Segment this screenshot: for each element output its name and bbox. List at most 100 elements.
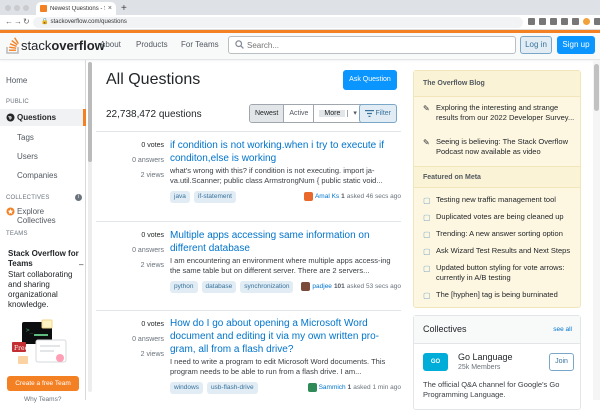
question-title[interactable]: Multiple apps accessing same information… (170, 229, 398, 255)
svg-text:Free: Free (14, 345, 29, 352)
stack-logo-icon (6, 37, 19, 54)
message-icon: ▢ (423, 247, 431, 256)
nav-home[interactable]: Home (6, 76, 27, 85)
reload-icon[interactable]: ↻ (23, 17, 30, 26)
nav-about[interactable]: About (100, 40, 121, 49)
main-content: All Questions Ask Question 22,738,472 qu… (96, 60, 401, 400)
stackoverflow-logo[interactable]: stack overflow (6, 37, 105, 54)
info-icon[interactable]: i (75, 194, 82, 201)
create-team-button[interactable]: Create a free Team (7, 376, 79, 391)
nav-questions[interactable]: Questions (17, 113, 56, 122)
site-header: stackoverflow About Products For Teams L… (0, 30, 600, 60)
page-scrollbar-track[interactable] (593, 60, 600, 400)
answer-count: 0 answers (132, 247, 164, 254)
question-tags: python database synchronization (170, 281, 294, 293)
signup-button[interactable]: Sign up (557, 36, 595, 54)
share-icon[interactable] (528, 18, 535, 25)
browser-tab-bar: Newest Questions - Stack Ov × + (0, 0, 600, 15)
tag-if-statement[interactable]: if-statement (193, 191, 236, 203)
message-icon: ▢ (423, 213, 431, 222)
question-tags: windows usb-flash-drive (170, 382, 258, 394)
user-avatar[interactable] (301, 282, 311, 291)
search-box[interactable] (228, 36, 516, 54)
search-input[interactable] (247, 39, 507, 51)
nav-users[interactable]: Users (17, 152, 38, 161)
user-avatar[interactable] (303, 192, 313, 201)
blog-title: The Overflow Blog (414, 71, 580, 97)
tag-database[interactable]: database (201, 281, 237, 293)
tag-synchronization[interactable]: synchronization (240, 281, 294, 293)
sidebar-icon[interactable] (572, 18, 579, 25)
left-sidebar: Home PUBLIC Questions Tags Users Compani… (0, 60, 86, 403)
collective-name[interactable]: Go Language (458, 352, 513, 362)
question-tags: java if-statement (170, 191, 236, 203)
user-name[interactable]: Sammich (319, 384, 346, 391)
question-excerpt: what's wrong with this? if condition is … (170, 166, 383, 185)
message-icon: ▢ (423, 196, 431, 205)
vote-count: 0 votes (141, 232, 164, 239)
new-tab-button[interactable]: + (121, 3, 127, 14)
extension-icons (528, 18, 600, 25)
sort-newest-button[interactable]: Newest (250, 105, 284, 122)
sort-active-button[interactable]: Active (283, 105, 313, 122)
globe-icon (6, 113, 15, 122)
overflow-blog-widget: The Overflow Blog ✎ Exploring the intere… (413, 70, 581, 308)
user-name[interactable]: padjee (312, 283, 332, 290)
see-all-link[interactable]: see all (553, 326, 572, 333)
user-name[interactable]: Amal Ks (315, 193, 339, 200)
tag-python[interactable]: python (170, 281, 198, 293)
vote-count: 0 votes (141, 321, 164, 328)
window-controls[interactable] (5, 5, 29, 11)
nav-tags[interactable]: Tags (17, 133, 34, 142)
puzzle-icon[interactable] (561, 18, 568, 25)
nav-companies[interactable]: Companies (17, 171, 57, 180)
browser-tab[interactable]: Newest Questions - Stack Ov × (36, 2, 116, 15)
maximize-window-icon[interactable] (23, 5, 29, 11)
filter-icon (365, 110, 374, 117)
tag-java[interactable]: java (170, 191, 190, 203)
pencil-icon: ✎ (423, 138, 430, 147)
profile-avatar-icon[interactable] (583, 18, 590, 25)
join-button[interactable]: Join (549, 353, 574, 371)
back-icon[interactable]: ← (5, 17, 13, 26)
minimize-window-icon[interactable] (14, 5, 20, 11)
question-list: 0 votes 0 answers 2 views if condition i… (96, 131, 401, 394)
question-meta: Sammich 1 asked 1 min ago (307, 383, 401, 392)
menu-icon[interactable] (594, 18, 600, 25)
page-scrollbar-thumb[interactable] (594, 64, 599, 111)
url-text: stackoverflow.com/questions (50, 19, 127, 25)
section-teams: TEAMS (6, 231, 28, 237)
tag-usb-flash-drive[interactable]: usb-flash-drive (206, 382, 258, 394)
question-title[interactable]: How do I go about opening a Microsoft Wo… (170, 317, 398, 356)
question-meta: padjee 101 asked 53 secs ago (301, 282, 401, 291)
close-window-icon[interactable] (5, 5, 11, 11)
pencil-icon: ✎ (423, 104, 430, 113)
go-logo-icon[interactable]: GO (423, 353, 448, 371)
tag-windows[interactable]: windows (170, 382, 203, 394)
filter-button[interactable]: Filter (359, 104, 397, 123)
extension-icon[interactable] (550, 18, 557, 25)
nav-for-teams[interactable]: For Teams (181, 40, 219, 49)
ask-question-button[interactable]: Ask Question (343, 70, 397, 90)
question-title[interactable]: if condition is not working.when i try t… (170, 139, 398, 165)
user-reputation: 101 (333, 283, 345, 290)
user-reputation: 1 (341, 193, 345, 200)
page-title: All Questions (106, 71, 201, 88)
answer-count: 0 answers (132, 336, 164, 343)
nav-products[interactable]: Products (136, 40, 168, 49)
asked-time: asked 1 min ago (353, 384, 401, 391)
left-scrollbar-thumb[interactable] (88, 62, 92, 162)
forward-icon[interactable]: → (14, 17, 22, 26)
star-icon[interactable] (539, 18, 546, 25)
user-avatar[interactable] (307, 383, 317, 392)
close-tab-icon[interactable]: × (108, 5, 112, 12)
url-field[interactable]: 🔒 stackoverflow.com/questions (33, 17, 523, 28)
question-count: 22,738,472 questions (106, 109, 202, 120)
nav-explore-collectives[interactable]: Explore Collectives (17, 207, 85, 225)
view-count: 2 views (140, 351, 164, 358)
collectives-star-icon (6, 207, 15, 216)
view-count: 2 views (140, 262, 164, 269)
login-button[interactable]: Log in (520, 36, 552, 54)
asked-time: asked 46 secs ago (346, 193, 401, 200)
collective-description: The official Q&A channel for Google's Go… (423, 380, 560, 399)
